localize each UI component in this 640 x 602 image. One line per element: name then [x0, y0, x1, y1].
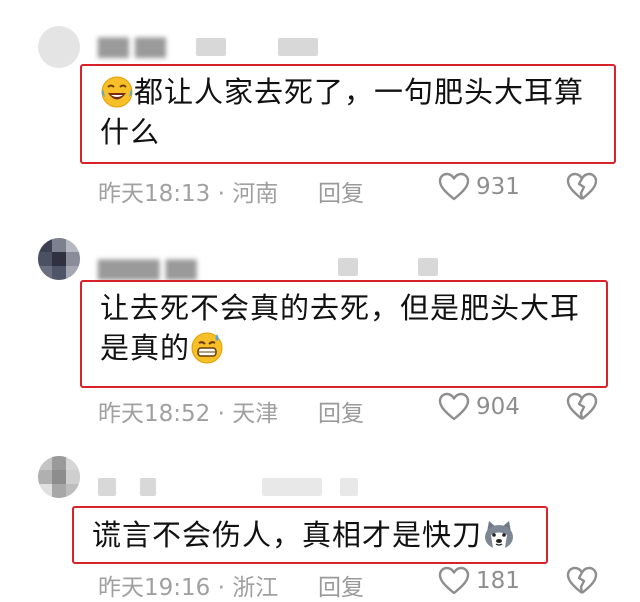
highlighted-comment-box: 谎言不会伤人，真相才是快刀: [72, 506, 548, 564]
like-count: 931: [476, 174, 520, 200]
blurred-username-block: [340, 478, 358, 496]
comment-meta: 昨天18:13 · 河南: [98, 174, 278, 208]
dislike-button[interactable]: [566, 566, 598, 600]
timestamp: 昨天18:52: [98, 401, 211, 427]
reply-button[interactable]: 回复: [318, 174, 364, 208]
avatar[interactable]: [38, 26, 80, 68]
comment-text: 都让人家去死了，一句肥头大耳算什么: [100, 72, 596, 152]
location: 浙江: [232, 575, 279, 601]
heart-icon: [438, 172, 470, 201]
laugh-crying-emoji: [101, 76, 133, 108]
heart-icon: [438, 566, 470, 595]
separator-dot: ·: [217, 181, 233, 207]
comment-text: 让去死不会真的去死，但是肥头大耳是真的: [100, 288, 588, 368]
blurred-username-block: [338, 258, 358, 276]
heart-icon: [438, 392, 470, 421]
broken-heart-icon: [566, 392, 598, 420]
blurred-username-block: [418, 258, 438, 276]
avatar-mosaic: [38, 456, 80, 498]
comment-text-content: 谎言不会伤人，真相才是快刀: [92, 518, 483, 552]
dislike-button[interactable]: [566, 172, 598, 206]
username-blurred[interactable]: ▇▇▇▇ ▇▇: [98, 256, 197, 280]
comment-text-content: 让去死不会真的去死，但是肥头大耳是真的: [100, 291, 581, 365]
reply-button[interactable]: 回复: [318, 394, 364, 428]
comment-meta: 昨天18:52 · 天津: [98, 394, 278, 428]
comment-text-content: 都让人家去死了，一句肥头大耳算什么: [100, 75, 585, 149]
like-count: 181: [476, 568, 520, 594]
comment-text: 谎言不会伤人，真相才是快刀: [92, 514, 528, 556]
like-count: 904: [476, 394, 520, 420]
blurred-username-block: [98, 478, 116, 496]
blurred-username-block: [196, 38, 226, 56]
comment-meta: 昨天19:16 · 浙江: [98, 568, 278, 602]
location: 河南: [232, 181, 279, 207]
separator-dot: ·: [217, 575, 233, 601]
grin-sweat-emoji: [191, 332, 223, 364]
broken-heart-icon: [566, 566, 598, 594]
highlighted-comment-box: 让去死不会真的去死，但是肥头大耳是真的: [80, 280, 608, 388]
husky-dog-emoji: [485, 521, 514, 550]
separator-dot: ·: [217, 401, 233, 427]
reply-button[interactable]: 回复: [318, 568, 364, 602]
location: 天津: [232, 401, 279, 427]
blurred-username-block: [140, 478, 156, 496]
avatar-mosaic: [38, 238, 80, 280]
username-blurred[interactable]: ▇▇ ▇▇: [98, 34, 166, 58]
timestamp: 昨天18:13: [98, 181, 211, 207]
dislike-button[interactable]: [566, 392, 598, 426]
timestamp: 昨天19:16: [98, 575, 211, 601]
like-button[interactable]: 904: [438, 392, 520, 422]
like-button[interactable]: 181: [438, 566, 520, 596]
avatar[interactable]: [38, 456, 80, 498]
broken-heart-icon: [566, 172, 598, 200]
avatar[interactable]: [38, 238, 80, 280]
blurred-username-block: [278, 38, 318, 56]
like-button[interactable]: 931: [438, 172, 520, 202]
highlighted-comment-box: 都让人家去死了，一句肥头大耳算什么: [80, 64, 616, 164]
blurred-username-block: [262, 478, 322, 496]
